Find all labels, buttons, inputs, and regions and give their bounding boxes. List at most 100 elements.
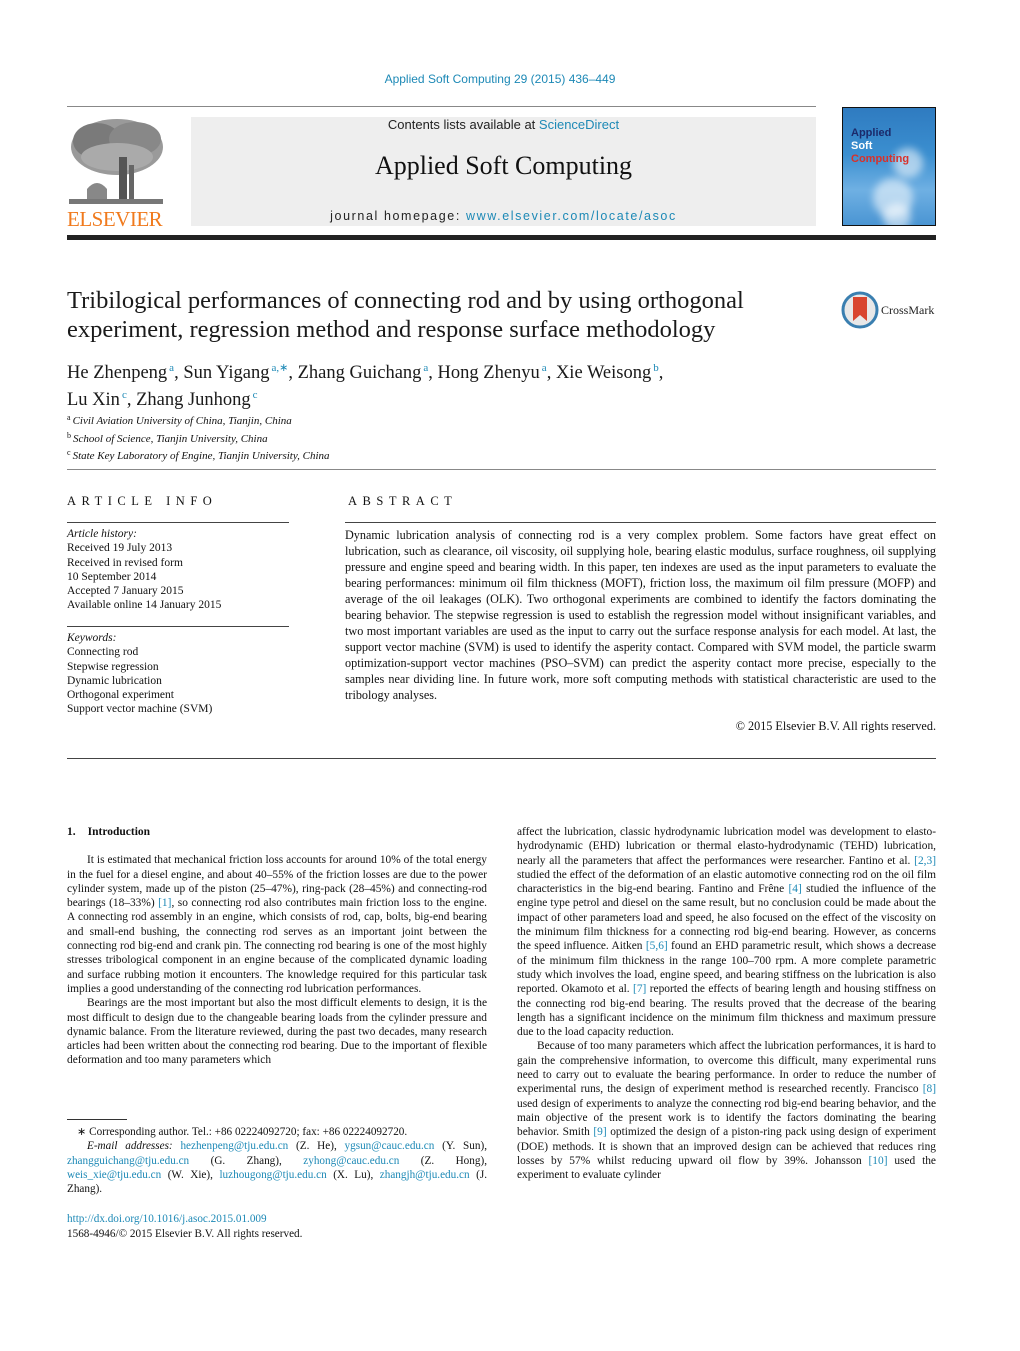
keyword: Orthogonal experiment [67, 689, 174, 702]
author-name[interactable]: Xie Weisong [556, 363, 651, 383]
article-title: Tribilogical performances of connecting … [67, 286, 827, 344]
email-addresses: E-mail addresses: hezhenpeng@tju.edu.cn … [67, 1139, 487, 1196]
reference-link[interactable]: [2,3] [914, 855, 936, 867]
article-info-divider [67, 522, 289, 523]
keyword: Stepwise regression [67, 660, 159, 673]
history-item: Available online 14 January 2015 [67, 599, 222, 612]
author-separator: , [126, 390, 137, 410]
article-info-heading: ARTICLE INFO [67, 494, 218, 508]
journal-name: Applied Soft Computing [374, 151, 633, 180]
paragraph-text: affect the lubrication, classic hydrodyn… [517, 826, 936, 867]
affiliation-marker[interactable]: c [253, 389, 258, 401]
reference-link[interactable]: [5,6] [646, 940, 668, 952]
elsevier-logo[interactable]: ELSEVIER [67, 117, 167, 231]
cover-decoration [883, 203, 911, 225]
email-owner: (Z. He), [288, 1140, 345, 1153]
section-heading: 1. Introduction [67, 825, 487, 839]
email-link[interactable]: ygsun@cauc.edu.cn [345, 1140, 435, 1152]
author-separator: , [428, 363, 438, 383]
cover-title-line3: Computing [851, 153, 910, 165]
reference-link[interactable]: [8] [923, 1083, 936, 1095]
section-number: 1. [67, 826, 76, 838]
paragraph-text: Because of too many parameters which aff… [517, 1040, 936, 1096]
issn-copyright: 1568-4946/© 2015 Elsevier B.V. All right… [67, 1227, 303, 1240]
author-list: He Zhenpeng a, Sun Yigang a,∗, Zhang Guich… [67, 357, 827, 411]
crossmark-button[interactable]: CrossMark [841, 291, 941, 331]
email-owner: (W. Xie), [161, 1168, 220, 1181]
doi-block: http://dx.doi.org/10.1016/j.asoc.2015.01… [67, 1212, 302, 1241]
reference-link[interactable]: [7] [633, 983, 646, 995]
affiliation-marker[interactable]: a,∗ [271, 362, 288, 374]
homepage-link[interactable]: www.elsevier.com/locate/asoc [466, 209, 677, 223]
journal-citation-link[interactable]: Applied Soft Computing 29 (2015) 436–449 [0, 72, 1000, 86]
journal-cover-image[interactable]: Applied Soft Computing [842, 107, 936, 226]
email-owner: (G. Zhang), [189, 1154, 304, 1167]
affiliation-text: School of Science, Tianjin University, C… [73, 432, 268, 445]
abstract-text: Dynamic lubrication analysis of connecti… [345, 528, 936, 702]
body-paragraph: It is estimated that mechanical friction… [67, 853, 487, 996]
reference-link[interactable]: [4] [788, 883, 801, 895]
history-items: Received 19 July 2013 Received in revised… [67, 541, 221, 612]
keyword: Connecting rod [67, 646, 139, 659]
reference-link[interactable]: [10] [869, 1155, 888, 1167]
journal-masthead: Contents lists available at ScienceDirec… [191, 117, 816, 226]
header-thick-rule [67, 235, 936, 240]
keyword: Support vector machine (SVM) [67, 703, 213, 716]
affiliation-key: c [67, 448, 71, 457]
reference-link[interactable]: [9] [593, 1126, 606, 1138]
author-name[interactable]: Hong Zhenyu [438, 363, 540, 383]
keyword: Dynamic lubrication [67, 674, 162, 687]
keywords-divider [67, 626, 289, 627]
contents-prefix: Contents lists available at [387, 117, 539, 132]
sciencedirect-link[interactable]: ScienceDirect [539, 117, 619, 132]
author-name[interactable]: Lu Xin [67, 390, 120, 410]
email-owner: (X. Lu), [326, 1168, 380, 1181]
author-name[interactable]: He Zhenpeng [67, 363, 167, 383]
crossmark-icon [841, 291, 879, 329]
footnotes: ∗ Corresponding author. Tel.: +86 022240… [67, 1125, 487, 1196]
reference-link[interactable]: [1] [158, 897, 171, 909]
footnote-divider [67, 1119, 127, 1120]
history-item: Received 19 July 2013 [67, 542, 173, 555]
doi-link[interactable]: http://dx.doi.org/10.1016/j.asoc.2015.01… [67, 1213, 267, 1225]
email-link[interactable]: hezhenpeng@tju.edu.cn [180, 1140, 288, 1152]
email-link[interactable]: zyhong@cauc.edu.cn [303, 1155, 399, 1167]
author-separator: , [288, 363, 298, 383]
author-separator: , [546, 363, 556, 383]
affiliation-key: a [67, 413, 71, 422]
affiliation-key: b [67, 430, 71, 440]
history-item: Received in revised form [67, 556, 183, 569]
title-line: Tribilogical performances of connecting … [67, 287, 744, 314]
email-link[interactable]: luzhougong@tju.edu.cn [219, 1169, 326, 1181]
body-column-right: affect the lubrication, classic hydrodyn… [517, 825, 936, 1182]
affiliation-divider [67, 469, 936, 470]
title-line: experiment, regression method and respon… [67, 316, 716, 343]
affiliation-text: State Key Laboratory of Engine, Tianjin … [72, 450, 330, 462]
email-link[interactable]: zhangjh@tju.edu.cn [380, 1169, 470, 1181]
affiliation: c State Key Laboratory of Engine, Tianjin… [67, 446, 330, 464]
body-column-left: 1. Introduction It is estimated that mech… [67, 825, 487, 1068]
keywords-label: Keywords: [67, 632, 117, 644]
history-item: 10 September 2014 [67, 570, 157, 583]
author-name[interactable]: Sun Yigang [183, 363, 269, 383]
corresponding-author-note: ∗ Corresponding author. Tel.: +86 022240… [77, 1126, 408, 1138]
elsevier-tree-icon [67, 117, 165, 207]
section-title: Introduction [87, 826, 151, 838]
contents-availability: Contents lists available at ScienceDirec… [191, 117, 816, 132]
homepage-prefix: journal homepage: [330, 209, 466, 223]
affiliation: a Civil Aviation University of China, Tia… [67, 411, 330, 429]
cover-title-line2: Soft [851, 140, 873, 152]
author-separator: , [174, 363, 184, 383]
abstract-bottom-divider [67, 758, 936, 759]
journal-homepage: journal homepage: www.elsevier.com/locat… [191, 209, 816, 223]
header-divider [67, 106, 816, 107]
article-history: Article history: Received 19 July 2013 Re… [67, 527, 221, 613]
author-name[interactable]: Zhang Guichang [298, 363, 422, 383]
cover-title-line1: Applied [851, 127, 892, 139]
affiliation-list: a Civil Aviation University of China, Tia… [67, 411, 330, 464]
email-link[interactable]: zhangguichang@tju.edu.cn [67, 1155, 189, 1167]
author-name[interactable]: Zhang Junhong [136, 390, 251, 410]
left-paragraphs: It is estimated that mechanical friction… [67, 853, 487, 1067]
abstract-heading: ABSTRACT [348, 494, 458, 508]
email-link[interactable]: weis_xie@tju.edu.cn [67, 1169, 161, 1181]
